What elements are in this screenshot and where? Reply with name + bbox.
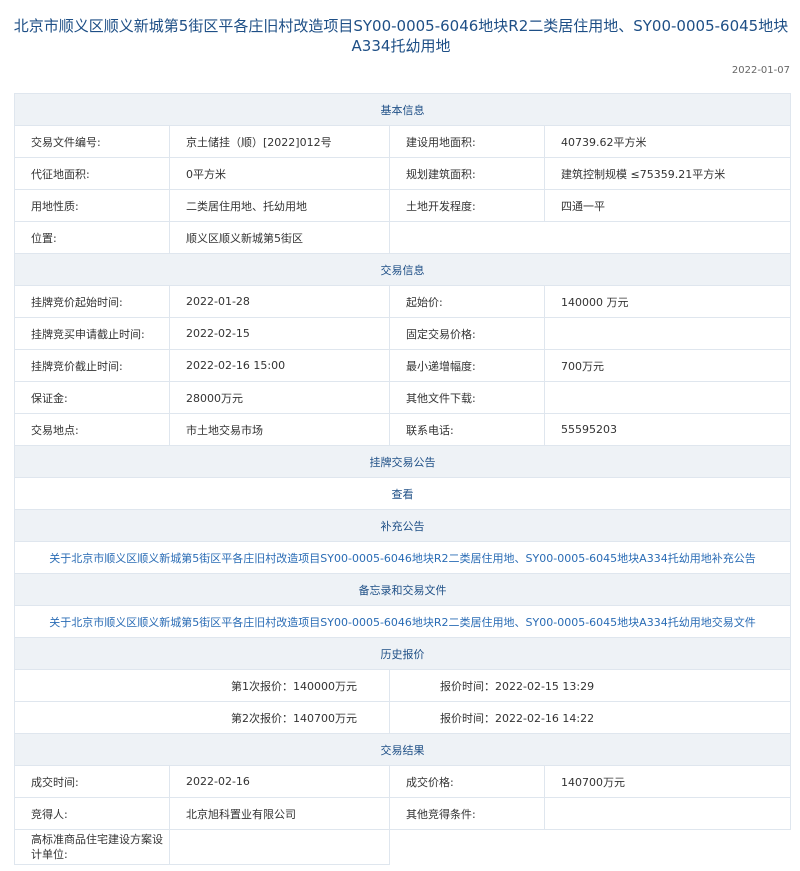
table-row: 用地性质: 二类居住用地、托幼用地 土地开发程度: 四通一平 — [14, 189, 791, 222]
value-land-use: 二类居住用地、托幼用地 — [169, 189, 390, 222]
value-requisition-area: 0平方米 — [169, 157, 390, 190]
table-row: 高标准商品住宅建设方案设计单位: — [14, 829, 791, 865]
section-basic-info: 基本信息 — [14, 93, 791, 126]
value-min-increment: 700万元 — [544, 349, 791, 382]
table-row: 位置: 顺义区顺义新城第5街区 — [14, 221, 791, 254]
label-design-unit: 高标准商品住宅建设方案设计单位: — [14, 829, 170, 865]
page-title: 北京市顺义区顺义新城第5街区平各庄旧村改造项目SY00-0005-6046地块R… — [13, 17, 789, 55]
value-start-price: 140000 万元 — [544, 285, 791, 318]
empty-cell — [389, 221, 791, 254]
section-bid-history: 历史报价 — [14, 637, 791, 670]
value-bid-end-time: 2022-02-16 15:00 — [169, 349, 390, 382]
value-application-deadline: 2022-02-15 — [169, 317, 390, 350]
label-contact-phone: 联系电话: — [389, 413, 545, 446]
table-row: 成交时间: 2022-02-16 成交价格: 140700万元 — [14, 765, 791, 798]
table-row: 交易文件编号: 京土储挂（顺）[2022]012号 建设用地面积: 40739.… — [14, 125, 791, 158]
value-deal-price: 140700万元 — [544, 765, 791, 798]
table-row: 挂牌竞价起始时间: 2022-01-28 起始价: 140000 万元 — [14, 285, 791, 318]
trade-document-link[interactable]: 关于北京市顺义区顺义新城第5街区平各庄旧村改造项目SY00-0005-6046地… — [14, 605, 791, 638]
table-row: 第2次报价：140700万元 报价时间：2022-02-16 14:22 — [14, 701, 791, 734]
section-listing-announcement: 挂牌交易公告 — [14, 445, 791, 478]
value-land-area: 40739.62平方米 — [544, 125, 791, 158]
value-contact-phone: 55595203 — [544, 413, 791, 446]
land-info-table: 基本信息 交易文件编号: 京土储挂（顺）[2022]012号 建设用地面积: 4… — [14, 93, 791, 865]
table-row: 竞得人: 北京旭科置业有限公司 其他竞得条件: — [14, 797, 791, 830]
label-planned-floor-area: 规划建筑面积: — [389, 157, 545, 190]
label-land-area: 建设用地面积: — [389, 125, 545, 158]
label-deposit: 保证金: — [14, 381, 170, 414]
label-fixed-price: 固定交易价格: — [389, 317, 545, 350]
label-requisition-area: 代征地面积: — [14, 157, 170, 190]
section-supplement: 补充公告 — [14, 509, 791, 542]
table-row: 交易地点: 市土地交易市场 联系电话: 55595203 — [14, 413, 791, 446]
value-deal-time: 2022-02-16 — [169, 765, 390, 798]
label-start-price: 起始价: — [389, 285, 545, 318]
label-deal-price: 成交价格: — [389, 765, 545, 798]
label-winner: 竞得人: — [14, 797, 170, 830]
value-file-number: 京土储挂（顺）[2022]012号 — [169, 125, 390, 158]
section-trade-result: 交易结果 — [14, 733, 791, 766]
section-trade-info: 交易信息 — [14, 253, 791, 286]
publish-date: 2022-01-07 — [731, 65, 790, 76]
value-winner: 北京旭科置业有限公司 — [169, 797, 390, 830]
supplement-announcement-link[interactable]: 关于北京市顺义区顺义新城第5街区平各庄旧村改造项目SY00-0005-6046地… — [14, 541, 791, 574]
value-trade-place: 市土地交易市场 — [169, 413, 390, 446]
label-trade-place: 交易地点: — [14, 413, 170, 446]
table-row: 保证金: 28000万元 其他文件下载: — [14, 381, 791, 414]
value-location: 顺义区顺义新城第5街区 — [169, 221, 390, 254]
label-bid-start-time: 挂牌竞价起始时间: — [14, 285, 170, 318]
label-deal-time: 成交时间: — [14, 765, 170, 798]
value-design-unit — [169, 829, 390, 865]
table-row: 挂牌竞价截止时间: 2022-02-16 15:00 最小递增幅度: 700万元 — [14, 349, 791, 382]
label-file-number: 交易文件编号: — [14, 125, 170, 158]
table-row: 第1次报价：140000万元 报价时间：2022-02-15 13:29 — [14, 669, 791, 702]
value-development-level: 四通一平 — [544, 189, 791, 222]
label-min-increment: 最小递增幅度: — [389, 349, 545, 382]
label-development-level: 土地开发程度: — [389, 189, 545, 222]
view-announcement-link[interactable]: 查看 — [14, 477, 791, 510]
label-other-downloads: 其他文件下载: — [389, 381, 545, 414]
value-fixed-price — [544, 317, 791, 350]
table-row: 挂牌竞买申请截止时间: 2022-02-15 固定交易价格: — [14, 317, 791, 350]
bid-amount: 第1次报价：140000万元 — [14, 669, 390, 702]
table-row: 代征地面积: 0平方米 规划建筑面积: 建筑控制规模 ≤75359.21平方米 — [14, 157, 791, 190]
value-other-conditions — [544, 797, 791, 830]
bid-time: 报价时间：2022-02-16 14:22 — [389, 701, 791, 734]
section-memo-documents: 备忘录和交易文件 — [14, 573, 791, 606]
empty-cell — [390, 830, 791, 865]
label-other-conditions: 其他竞得条件: — [389, 797, 545, 830]
bid-amount: 第2次报价：140700万元 — [14, 701, 390, 734]
value-deposit: 28000万元 — [169, 381, 390, 414]
label-bid-end-time: 挂牌竞价截止时间: — [14, 349, 170, 382]
value-other-downloads — [544, 381, 791, 414]
label-land-use: 用地性质: — [14, 189, 170, 222]
label-application-deadline: 挂牌竞买申请截止时间: — [14, 317, 170, 350]
label-location: 位置: — [14, 221, 170, 254]
value-planned-floor-area: 建筑控制规模 ≤75359.21平方米 — [544, 157, 791, 190]
value-bid-start-time: 2022-01-28 — [169, 285, 390, 318]
bid-time: 报价时间：2022-02-15 13:29 — [389, 669, 791, 702]
